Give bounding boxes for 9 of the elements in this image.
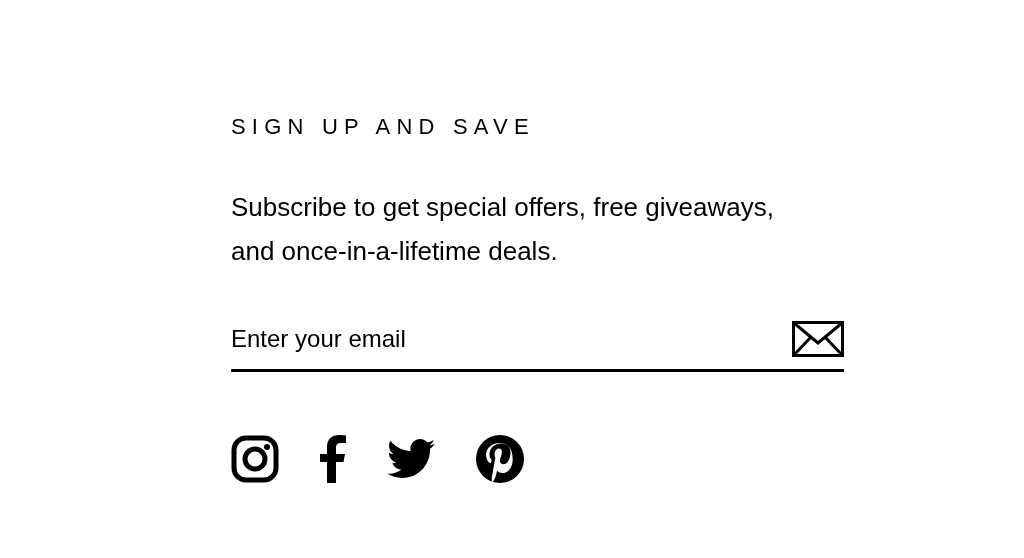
instagram-icon[interactable] bbox=[231, 435, 279, 483]
envelope-icon bbox=[792, 321, 844, 357]
facebook-icon[interactable] bbox=[319, 435, 347, 483]
email-field[interactable]: Enter your email bbox=[231, 325, 792, 353]
twitter-icon[interactable] bbox=[387, 439, 435, 479]
submit-button[interactable] bbox=[792, 321, 844, 357]
pinterest-icon[interactable] bbox=[475, 434, 525, 484]
description-text: Subscribe to get special offers, free giveaways, and once-in-a-lifetime deals. bbox=[231, 191, 775, 268]
section-heading: SIGN UP AND SAVE bbox=[231, 113, 536, 141]
